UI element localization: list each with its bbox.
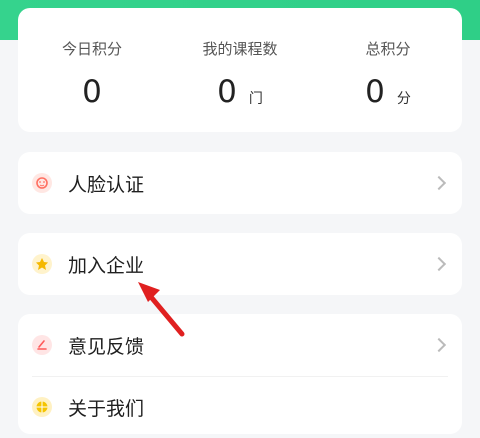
annotation-arrow-icon <box>138 282 185 337</box>
